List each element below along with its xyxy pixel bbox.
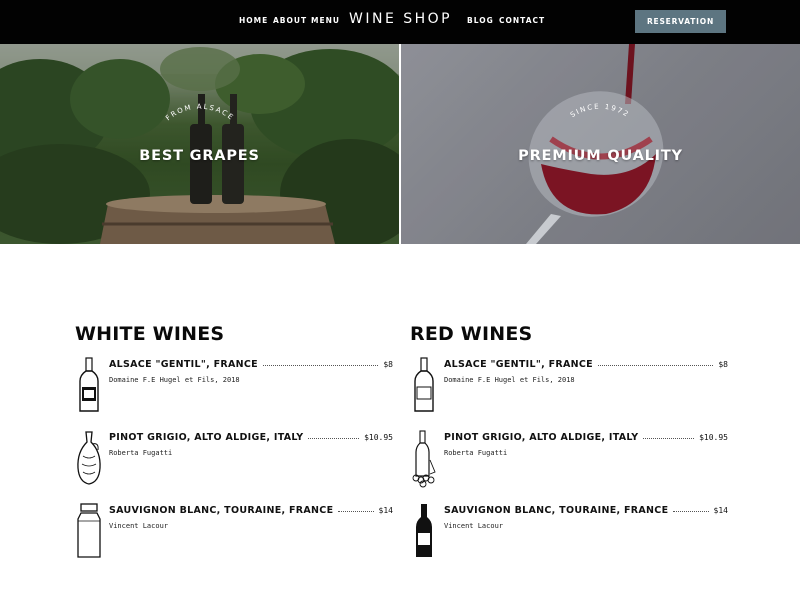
leader-dots	[308, 438, 360, 439]
menu-item[interactable]: PINOT GRIGIO, ALTO ALDIGE, ITALY $10.95 …	[410, 430, 730, 490]
hero-best-grapes[interactable]: FROM ALSACE BEST GRAPES	[0, 44, 399, 244]
item-price: $14	[378, 506, 393, 515]
item-name: PINOT GRIGIO, ALTO ALDIGE, ITALY	[444, 432, 639, 443]
item-producer: Roberta Fugatti	[444, 449, 508, 457]
leader-dots	[262, 365, 379, 366]
item-price: $14	[713, 506, 728, 515]
item-name: ALSACE "GENTIL", FRANCE	[444, 359, 593, 370]
brand-logo[interactable]: WINE SHOP	[349, 11, 452, 27]
item-name: PINOT GRIGIO, ALTO ALDIGE, ITALY	[109, 432, 304, 443]
leader-dots	[597, 365, 714, 366]
svg-text:SINCE 1972: SINCE 1972	[569, 103, 631, 120]
wine-bottle-icon	[416, 504, 432, 557]
hero-left-arc-text: FROM ALSACE	[164, 103, 235, 123]
nav-about-link[interactable]: ABOUT	[273, 16, 307, 25]
nav-blog-link[interactable]: BLOG	[467, 16, 494, 25]
wine-bottle-icon	[414, 357, 434, 412]
jar-icon	[77, 503, 101, 558]
item-price: $10.95	[364, 433, 393, 442]
reservation-button[interactable]: RESERVATION	[635, 10, 726, 33]
decanter-icon	[77, 431, 101, 485]
item-name: SAUVIGNON BLANC, TOURAINE, FRANCE	[444, 505, 669, 516]
wine-bottle-icon	[79, 357, 99, 412]
item-producer: Domaine F.E Hugel et Fils, 2018	[444, 376, 575, 384]
item-producer: Vincent Lacour	[444, 522, 504, 530]
top-navigation-bar: HOME ABOUT MENU WINE SHOP BLOG CONTACT R…	[0, 0, 800, 44]
leader-dots	[338, 511, 374, 512]
red-wines-heading: RED WINES	[410, 323, 533, 345]
bottle-with-grapes-icon	[412, 430, 436, 488]
menu-item[interactable]: SAUVIGNON BLANC, TOURAINE, FRANCE $14 Vi…	[410, 503, 730, 563]
menu-item[interactable]: PINOT GRIGIO, ALTO ALDIGE, ITALY $10.95 …	[75, 430, 395, 490]
nav-contact-link[interactable]: CONTACT	[499, 16, 545, 25]
item-name: ALSACE "GENTIL", FRANCE	[109, 359, 258, 370]
leader-dots	[643, 438, 695, 439]
menu-item[interactable]: ALSACE "GENTIL", FRANCE $8 Domaine F.E H…	[410, 357, 730, 417]
hero-right-arc-text: SINCE 1972	[569, 103, 631, 120]
item-price: $8	[383, 360, 393, 369]
hero-left-title: BEST GRAPES	[139, 148, 260, 164]
nav-home-link[interactable]: HOME	[239, 16, 268, 25]
leader-dots	[673, 511, 709, 512]
item-producer: Domaine F.E Hugel et Fils, 2018	[109, 376, 240, 384]
menu-item[interactable]: SAUVIGNON BLANC, TOURAINE, FRANCE $14 Vi…	[75, 503, 395, 563]
nav-menu-link[interactable]: MENU	[311, 16, 340, 25]
menu-item[interactable]: ALSACE "GENTIL", FRANCE $8 Domaine F.E H…	[75, 357, 395, 417]
svg-text:FROM ALSACE: FROM ALSACE	[164, 103, 235, 123]
item-producer: Vincent Lacour	[109, 522, 169, 530]
white-wines-heading: WHITE WINES	[75, 323, 225, 345]
item-producer: Roberta Fugatti	[109, 449, 173, 457]
hero-premium-quality[interactable]: SINCE 1972 PREMIUM QUALITY	[401, 44, 800, 244]
item-name: SAUVIGNON BLANC, TOURAINE, FRANCE	[109, 505, 334, 516]
hero-right-title: PREMIUM QUALITY	[518, 148, 683, 164]
item-price: $8	[718, 360, 728, 369]
item-price: $10.95	[699, 433, 728, 442]
